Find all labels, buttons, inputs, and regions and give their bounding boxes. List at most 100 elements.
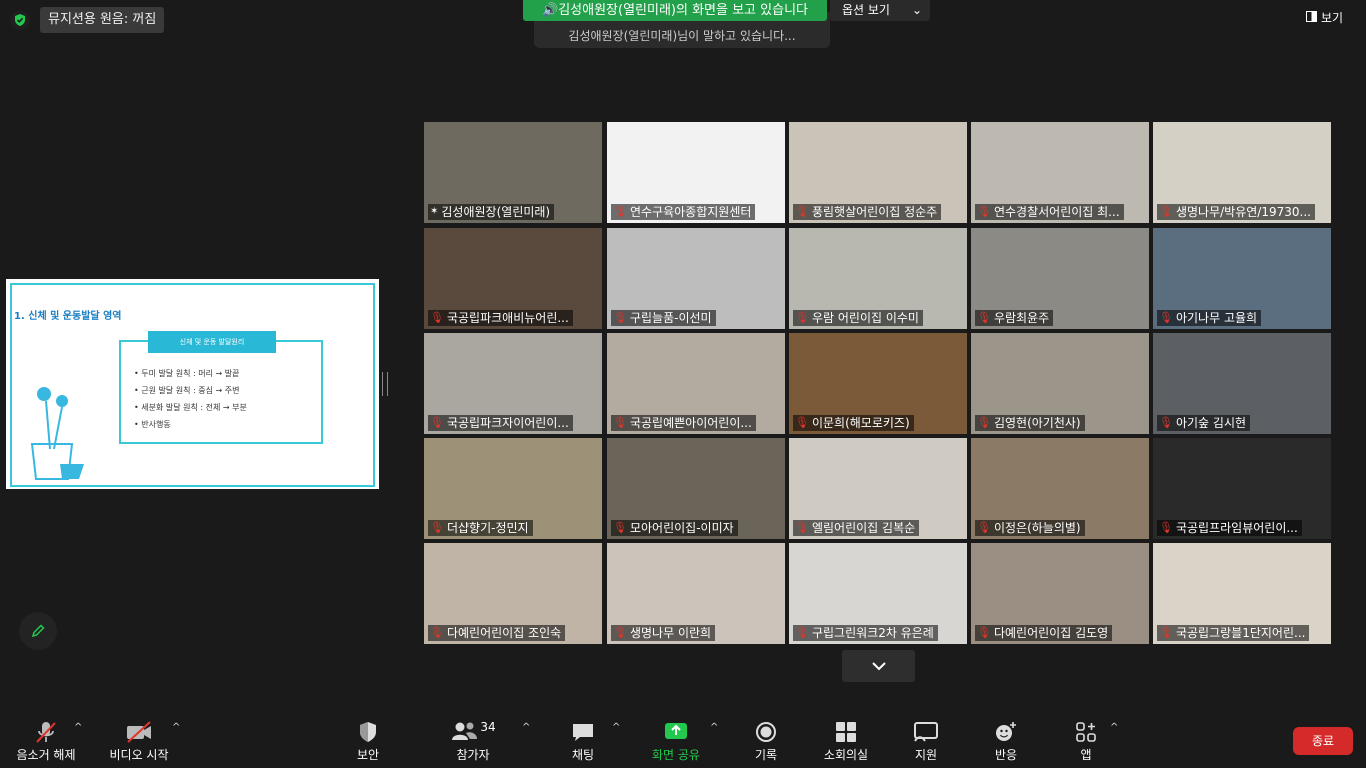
participant-tile[interactable]: 🎙 생명나무 이란희 [607, 543, 785, 644]
participant-tile[interactable]: 🎙 더샵향기-정민지 [424, 438, 602, 539]
reactions-button[interactable]: 반응 [988, 718, 1024, 763]
participant-tile[interactable]: 🎙 구립그린워크2차 유은례 [789, 543, 967, 644]
slide-header: 신체 및 운동 발달원리 [148, 331, 276, 353]
plant-illustration [30, 387, 84, 480]
mic-muted-icon: 🎙 [430, 521, 444, 534]
participant-name-tag: 🎙 국공립예쁜아이어린이... [611, 415, 756, 431]
mic-muted-icon: 🎙 [1159, 311, 1173, 324]
video-options-caret[interactable]: ^ [172, 722, 180, 733]
participant-name: 국공립파크애비뉴어린... [446, 311, 569, 325]
participant-name: 연수경찰서어린이집 최... [993, 205, 1120, 219]
participant-tile[interactable]: 🎙 다예린어린이집 김도영 [971, 543, 1149, 644]
participant-tile[interactable]: 🎙 연수구육아종합지원센터 [607, 122, 785, 223]
participant-name-tag: 🎙 연수경찰서어린이집 최... [975, 204, 1124, 220]
end-meeting-button[interactable]: 종료 [1293, 727, 1353, 755]
participant-tile[interactable]: 🎙 연수경찰서어린이집 최... [971, 122, 1149, 223]
participants-button[interactable]: 34 참가자 [448, 718, 498, 763]
participant-name-tag: 🎙 국공립그랑블1단지어린... [1157, 625, 1310, 641]
layout-icon [1306, 10, 1317, 25]
participant-tile[interactable]: 🎙 국공립프라임뷰어린이... [1153, 438, 1331, 539]
mic-muted-icon: 🎙 [613, 626, 627, 639]
unmute-button[interactable]: 음소거 해제 [8, 718, 84, 763]
participant-name: 아기숲 김시현 [1175, 416, 1247, 430]
participant-name: 우람최윤주 [993, 311, 1050, 325]
unmute-label: 음소거 해제 [16, 748, 76, 762]
participants-label: 참가자 [456, 748, 490, 762]
apps-caret[interactable]: ^ [1110, 722, 1118, 733]
share-caret[interactable]: ^ [710, 722, 718, 733]
view-options-label: 옵션 보기 [842, 3, 890, 17]
participant-tile[interactable]: 🎙 국공립파크자이어린이... [424, 333, 602, 434]
participant-name-tag: 🎙 다예린어린이집 김도영 [975, 625, 1113, 641]
shield-icon [345, 718, 391, 746]
start-video-button[interactable]: 비디오 시작 [104, 718, 174, 763]
participant-name: 생명나무/박유연/19730... [1175, 205, 1311, 219]
mic-muted-icon: 🎙 [1159, 626, 1173, 639]
participant-tile[interactable]: 🎙 이문희(해모로키즈) [789, 333, 967, 434]
participant-tile[interactable]: 🎙 다예린어린이집 조인숙 [424, 543, 602, 644]
participant-name: 이문희(해모로키즈) [811, 416, 910, 430]
participant-name: 구립그린워크2차 유은례 [811, 626, 934, 640]
participant-tile[interactable]: 🎙 아기숲 김시현 [1153, 333, 1331, 434]
participant-tile[interactable]: 🎙 생명나무/박유연/19730... [1153, 122, 1331, 223]
participant-tile[interactable]: 🎙 국공립그랑블1단지어린... [1153, 543, 1331, 644]
chat-caret[interactable]: ^ [612, 722, 620, 733]
apps-label: 앱 [1080, 748, 1092, 762]
participant-name-tag: 🎙 아기나무 고율희 [1157, 310, 1262, 326]
reactions-label: 반응 [994, 748, 1018, 762]
participant-name-tag: 🎙 풍림햇살어린이집 정순주 [793, 204, 942, 220]
mic-muted-icon: 🎙 [795, 205, 809, 218]
participant-tile[interactable]: 🎙 아기나무 고율희 [1153, 228, 1331, 329]
video-label: 비디오 시작 [109, 748, 169, 762]
record-icon [748, 718, 784, 746]
audio-options-caret[interactable]: ^ [74, 722, 82, 733]
apps-icon [1070, 718, 1102, 746]
slide-item: • 근원 발달 원칙 : 중심 → 주변 [134, 386, 240, 395]
breakout-rooms-button[interactable]: 소회의실 [818, 718, 874, 763]
view-button[interactable]: 보기 [1306, 9, 1343, 26]
participant-tile[interactable]: 🎙 모아어린이집-이미자 [607, 438, 785, 539]
participant-name: 우람 어린이집 이수미 [811, 311, 919, 325]
participant-name: 국공립프라임뷰어린이... [1175, 521, 1298, 535]
security-label: 보안 [356, 748, 380, 762]
participant-name-tag: 🎙 국공립파크자이어린이... [428, 415, 573, 431]
mic-muted-icon: 🎙 [795, 521, 809, 534]
chat-icon [562, 718, 604, 746]
shared-screen[interactable]: 1. 신체 및 운동발달 영역 신체 및 운동 발달원리 • 두미 발달 원칙 … [6, 279, 379, 489]
record-button[interactable]: 기록 [748, 718, 784, 763]
next-page-button[interactable] [842, 650, 915, 682]
slide-title: 1. 신체 및 운동발달 영역 [14, 311, 122, 322]
apps-button[interactable]: 앱 [1070, 718, 1102, 763]
participant-tile[interactable]: 🎙 구립늘품-이선미 [607, 228, 785, 329]
view-options-dropdown[interactable]: 옵션 보기 ⌄ [830, 0, 930, 21]
participant-tile[interactable]: 🎙 우람최윤주 [971, 228, 1149, 329]
mic-muted-icon: 🎙 [430, 416, 444, 429]
participant-tile[interactable]: 🎙 국공립예쁜아이어린이... [607, 333, 785, 434]
participant-tile[interactable]: 🎙 국공립파크애비뉴어린... [424, 228, 602, 329]
security-button[interactable]: 보안 [345, 718, 391, 763]
participant-tile[interactable]: 🎙 이정은(하늘의별) [971, 438, 1149, 539]
original-sound-toggle[interactable]: 뮤지션용 원음: 꺼짐 [40, 7, 165, 33]
participants-caret[interactable]: ^ [522, 722, 530, 733]
share-screen-icon [646, 718, 706, 746]
participant-name-tag: 🎙 김영현(아기천사) [975, 415, 1085, 431]
participant-tile[interactable]: 🎙 풍림햇살어린이집 정순주 [789, 122, 967, 223]
participant-tile[interactable]: 🎙 우람 어린이집 이수미 [789, 228, 967, 329]
participant-tile[interactable]: 🎙 엘림어린이집 김복순 [789, 438, 967, 539]
participant-name: 김영현(아기천사) [993, 416, 1081, 430]
participant-tile[interactable]: ✶ 김성애원장(열린미래) [424, 122, 602, 223]
mic-muted-icon [8, 718, 84, 746]
mic-muted-icon: 🎙 [613, 416, 627, 429]
participant-name: 국공립그랑블1단지어린... [1175, 626, 1306, 640]
participant-name: 풍림햇살어린이집 정순주 [811, 205, 938, 219]
mic-muted-icon: 🎙 [1159, 521, 1173, 534]
support-button[interactable]: 지원 [908, 718, 944, 763]
share-label: 화면 공유 [652, 748, 700, 762]
mic-muted-icon: 🎙 [613, 521, 627, 534]
participant-tile[interactable]: 🎙 김영현(아기천사) [971, 333, 1149, 434]
share-screen-button[interactable]: 화면 공유 [646, 718, 706, 763]
security-shield-icon[interactable] [10, 10, 30, 30]
chat-button[interactable]: 채팅 [562, 718, 604, 763]
resize-handle[interactable] [382, 372, 388, 396]
annotate-pencil-button[interactable] [19, 612, 57, 650]
